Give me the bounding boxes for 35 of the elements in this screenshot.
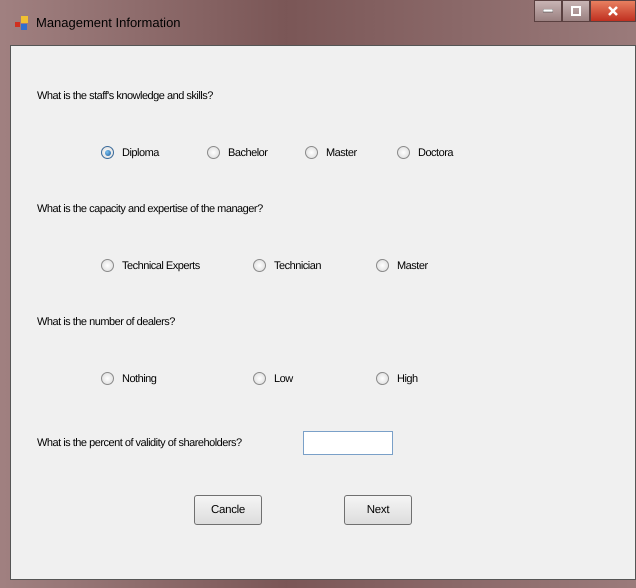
option-label[interactable]: Low — [274, 372, 293, 384]
close-icon — [607, 5, 619, 17]
option-label[interactable]: High — [397, 372, 418, 384]
radio-button[interactable] — [397, 146, 410, 159]
radio-button[interactable] — [305, 146, 318, 159]
radio-button[interactable] — [207, 146, 220, 159]
minimize-button[interactable] — [534, 0, 562, 22]
app-icon — [14, 14, 30, 30]
maximize-icon — [571, 6, 581, 16]
radio-button[interactable] — [101, 146, 114, 159]
radio-button[interactable] — [376, 372, 389, 385]
radio-button[interactable] — [101, 259, 114, 272]
option-label[interactable]: Doctora — [418, 146, 454, 158]
option-label[interactable]: Technician — [274, 260, 321, 272]
option-label[interactable]: Master — [397, 260, 428, 272]
option-label[interactable]: Diploma — [122, 146, 159, 158]
option-label[interactable]: Technical Experts — [122, 260, 200, 272]
question-label: What is the staff's knowledge and skills? — [37, 90, 213, 102]
percent-field[interactable] — [303, 431, 393, 455]
next-button[interactable]: Next — [344, 495, 412, 525]
question-label: What is the number of dealers? — [37, 316, 175, 328]
radio-button[interactable] — [253, 372, 266, 385]
cancel-button[interactable]: Cancle — [194, 495, 262, 525]
radio-button[interactable] — [101, 372, 114, 385]
close-button[interactable] — [590, 0, 636, 22]
window-title: Management Information — [36, 15, 181, 30]
option-label[interactable]: Master — [326, 146, 357, 158]
radio-button[interactable] — [376, 259, 389, 272]
radio-button[interactable] — [253, 259, 266, 272]
question-label: What is the capacity and expertise of the manager? — [37, 203, 263, 215]
option-label[interactable]: Bachelor — [228, 146, 268, 158]
question-label: What is the percent of validity of shareholders? — [37, 437, 243, 449]
minimize-icon — [543, 9, 553, 13]
option-label[interactable]: Nothing — [122, 372, 156, 384]
maximize-button[interactable] — [562, 0, 590, 22]
